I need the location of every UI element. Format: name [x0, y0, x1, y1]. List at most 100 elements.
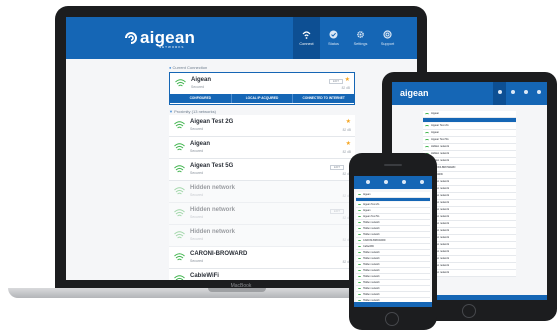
network-security: Secured: [190, 149, 204, 153]
signal-strength: 82 dB: [342, 150, 351, 154]
wifi-signal-icon: [358, 270, 361, 272]
network-name: Aigean Test 2G: [190, 119, 234, 125]
tablet-header: aigean: [392, 82, 547, 105]
phone-network-name: Aigean Test 2G: [363, 203, 380, 206]
network-name: Hidden network: [190, 185, 236, 191]
wifi-signal-icon: [425, 139, 429, 142]
phone-footer: [354, 302, 432, 307]
gear-icon: [357, 31, 364, 38]
nav-label: Status: [328, 42, 339, 46]
edit-badge[interactable]: EDIT: [330, 165, 344, 170]
aigean-logo[interactable]: aigean NETWORKS: [123, 28, 195, 50]
main-content: ● Current Connection Aigean Secured EDIT…: [169, 65, 359, 280]
current-network-security: Secured: [191, 85, 205, 89]
phone-speaker: [384, 164, 402, 166]
network-security: Secured: [190, 193, 204, 197]
network-row[interactable]: Hidden network Secured 82 dB: [169, 225, 355, 247]
nav-connect[interactable]: Connect: [293, 17, 320, 59]
wifi-icon: [302, 31, 311, 39]
wifi-signal-icon: [358, 210, 361, 212]
tablet-network-name: Aigean: [431, 112, 440, 115]
nav-status[interactable]: Status: [320, 17, 347, 59]
tablet-nav-settings[interactable]: [519, 82, 532, 105]
network-row[interactable]: CARONI-BROWARD Secured 82 dB: [169, 247, 355, 269]
phone-network-row[interactable]: Aigean: [356, 192, 430, 198]
wifi-signal-icon: [358, 294, 361, 296]
wifi-signal-icon: [358, 234, 361, 236]
tablet-logo[interactable]: aigean: [400, 88, 429, 98]
phone-network-name: Aigean Test 5G: [363, 215, 380, 218]
status-configured[interactable]: CONFIGURED: [170, 94, 232, 103]
status-local-ip[interactable]: LOCAL IP ACQUIRED: [231, 94, 294, 103]
phone-network-name: Hidden network: [363, 275, 380, 278]
phone-network-name: Aigean: [363, 193, 371, 196]
phone-nav-status[interactable]: [384, 180, 388, 184]
nav-support[interactable]: Support: [374, 17, 401, 59]
phone-home-button[interactable]: [385, 312, 399, 326]
wifi-signal-icon: [174, 253, 185, 261]
current-network-name: Aigean: [191, 77, 212, 83]
phone-network-name: CableWiFi: [363, 245, 375, 248]
current-connection-heading: ● Current Connection: [169, 65, 208, 70]
phone-network-name: Aigean: [363, 209, 371, 212]
logo-subtitle: NETWORKS: [159, 45, 185, 49]
phone-nav-settings[interactable]: [402, 180, 406, 184]
signal-strength: 82 dB: [342, 128, 351, 132]
edit-badge[interactable]: EDIT: [330, 209, 344, 214]
favorite-star-icon[interactable]: ★: [345, 76, 350, 83]
network-name: CableWiFi: [190, 273, 219, 279]
phone-network-name: Hidden network: [363, 263, 380, 266]
wifi-signal-icon: [358, 240, 361, 242]
tablet-nav-connect[interactable]: [493, 82, 506, 105]
phone-network-name: Hidden network: [363, 233, 380, 236]
app-header: aigean NETWORKS Connect Status Settings Sup…: [66, 17, 417, 59]
tablet-network-row[interactable]: Hidden network: [423, 151, 516, 158]
tablet-nav-support[interactable]: [532, 82, 545, 105]
phone-status-bar: [356, 198, 430, 201]
network-row[interactable]: Hidden network Secured 82 dB EDIT: [169, 203, 355, 225]
tablet-network-row[interactable]: Aigean: [423, 111, 516, 118]
tablet-network-name: Hidden network: [431, 145, 450, 148]
network-name: Hidden network: [190, 229, 236, 235]
status-internet[interactable]: CONNECTED TO INTERNET: [293, 94, 355, 103]
phone-network-name: Hidden network: [363, 269, 380, 272]
tablet-network-row[interactable]: Aigean Test 2G: [423, 123, 516, 130]
wifi-signal-icon: [174, 209, 185, 217]
wifi-signal-icon: [358, 252, 361, 254]
network-row[interactable]: Aigean Test 2G Secured 82 dB ★: [169, 115, 355, 137]
phone-network-list: Aigean Aigean Test 2G Aigean Aigean Test 5G…: [356, 192, 430, 307]
wifi-signal-icon: [174, 121, 185, 129]
phone-nav-support[interactable]: [420, 180, 424, 184]
phone-nav-connect[interactable]: [366, 180, 370, 184]
favorite-star-icon[interactable]: ★: [346, 140, 351, 147]
tablet-network-row[interactable]: Aigean Test 5G: [423, 137, 516, 144]
tablet-network-row[interactable]: Hidden network: [423, 144, 516, 151]
network-security: Secured: [190, 215, 204, 219]
phone-network-name: Hidden network: [363, 287, 380, 290]
wifi-signal-icon: [358, 264, 361, 266]
nav-settings[interactable]: Settings: [347, 17, 374, 59]
wifi-signal-icon: [358, 288, 361, 290]
current-connection-card[interactable]: Aigean Secured EDIT ★ 82 dB CONFIGURED L…: [169, 72, 355, 105]
network-name: Hidden network: [190, 207, 236, 213]
network-security: Secured: [190, 259, 204, 263]
wifi-signal-icon: [174, 165, 185, 173]
edit-badge[interactable]: EDIT: [329, 79, 343, 84]
wifi-signal-icon: [358, 282, 361, 284]
wifi-signal-icon: [175, 79, 186, 87]
wifi-signal-icon: [174, 231, 185, 239]
wifi-signal-icon: [358, 228, 361, 230]
network-row[interactable]: Hidden network Secured 82 dB: [169, 181, 355, 203]
network-row[interactable]: Aigean Test 5G Secured 82 dB EDIT: [169, 159, 355, 181]
tablet-nav-status[interactable]: [506, 82, 519, 105]
logo-mark-icon: [125, 32, 137, 44]
tablet-home-button[interactable]: [462, 304, 476, 318]
wifi-signal-icon: [358, 258, 361, 260]
network-name: Aigean: [190, 141, 211, 147]
wifi-signal-icon: [174, 143, 185, 151]
network-row[interactable]: Aigean Secured 82 dB ★: [169, 137, 355, 159]
network-row[interactable]: CableWiFiOpen82 dB: [169, 269, 355, 280]
phone-header: [354, 176, 432, 189]
tablet-network-row[interactable]: Aigean: [423, 130, 516, 137]
favorite-star-icon[interactable]: ★: [346, 118, 351, 125]
